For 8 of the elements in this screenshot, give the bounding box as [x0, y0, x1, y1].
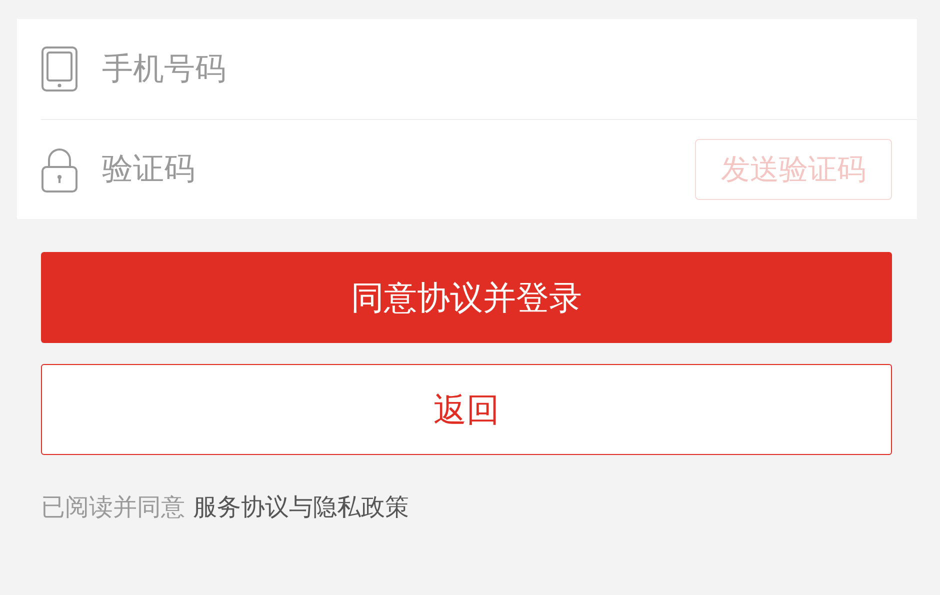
- login-button[interactable]: 同意协议并登录: [41, 252, 892, 343]
- phone-icon: [41, 46, 78, 92]
- phone-field[interactable]: 手机号码: [102, 46, 892, 92]
- policy-link[interactable]: 服务协议与隐私政策: [193, 493, 409, 521]
- lock-icon: [41, 146, 78, 192]
- code-field[interactable]: 验证码: [102, 146, 695, 193]
- back-button[interactable]: 返回: [41, 364, 892, 455]
- agreement-text: 已阅读并同意: [41, 493, 185, 521]
